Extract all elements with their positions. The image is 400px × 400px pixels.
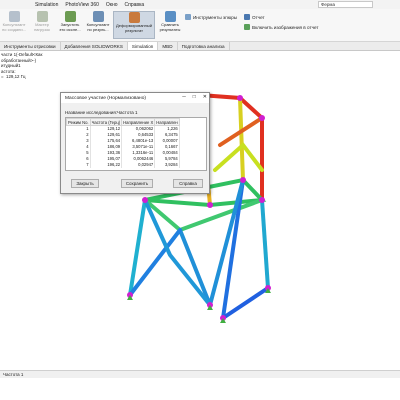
joint-marker (259, 197, 265, 203)
dialog-title: Массовое участие (Нормализовано) (65, 95, 146, 101)
window-controls: ─ □ ✕ (182, 94, 207, 100)
column-header[interactable]: Частота (Герц) (89, 118, 123, 126)
study-tab[interactable]: Частота 1 (0, 370, 400, 378)
study-name-label: Название исследования:Частота 1 (65, 110, 138, 115)
joint-marker (240, 177, 246, 183)
column-header[interactable]: Направлен (154, 118, 180, 126)
table-row[interactable]: 7 196,22 0,02947 3,9284 (66, 161, 180, 168)
beam-leg-brace-4 (143, 198, 212, 307)
results-table[interactable]: Режим No. Частота (Герц) Направление X Н… (65, 117, 207, 171)
beam-middle-upper (238, 96, 245, 182)
joint-marker (142, 197, 148, 203)
close-button[interactable]: Закрыть (71, 179, 99, 188)
dialog-title-bar[interactable]: Массовое участие (Нормализовано) ─ □ ✕ (61, 93, 209, 103)
column-header[interactable]: Режим No. (66, 118, 91, 126)
table-header-row: Режим No. Частота (Герц) Направление X Н… (66, 118, 180, 126)
beam-leg-2 (178, 228, 212, 307)
save-button[interactable]: Сохранить (121, 179, 153, 188)
joint-marker (259, 115, 265, 121)
mass-participation-dialog: Массовое участие (Нормализовано) ─ □ ✕ Н… (60, 92, 210, 194)
help-button[interactable]: Справка (173, 179, 203, 188)
minimize-icon[interactable]: ─ (182, 94, 186, 100)
joint-marker (207, 202, 213, 208)
beam-leg-brace-3 (221, 286, 270, 320)
close-icon[interactable]: ✕ (203, 94, 207, 100)
beam-brace-2 (213, 142, 264, 172)
truss-model-viewport[interactable] (0, 0, 400, 400)
maximize-icon[interactable]: □ (193, 94, 196, 100)
column-header[interactable]: Направление X (121, 118, 156, 126)
joint-marker (237, 95, 243, 101)
beam-leg-3 (260, 198, 270, 290)
